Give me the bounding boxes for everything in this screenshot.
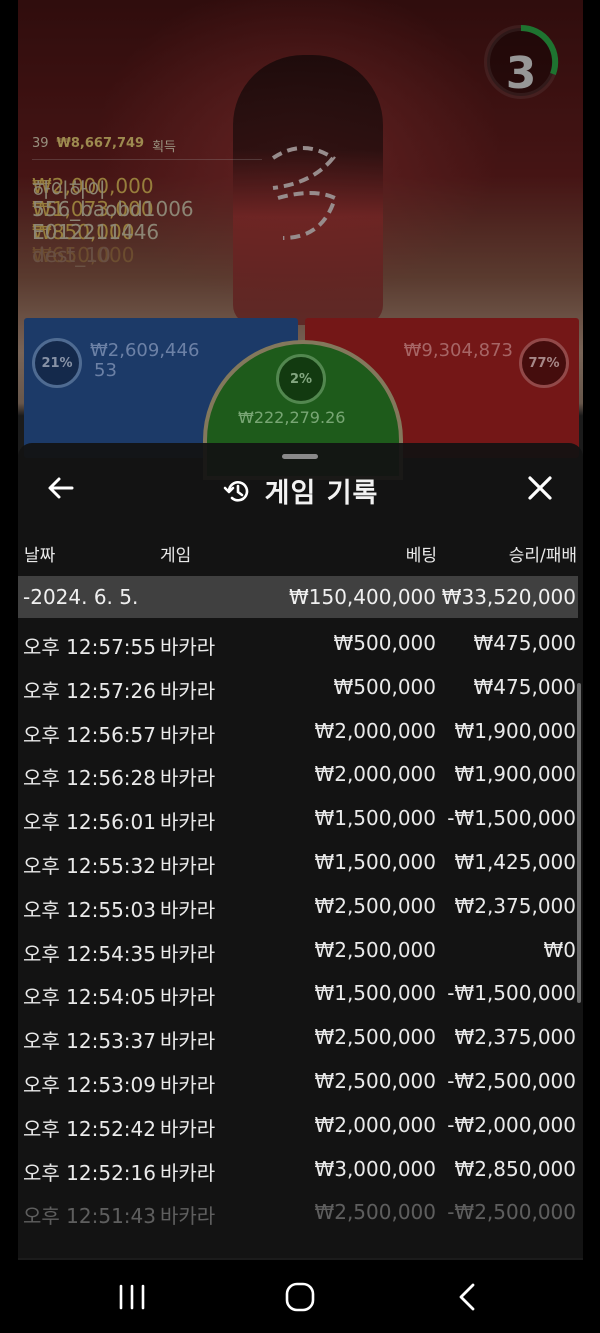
row-game: 바카라 — [160, 853, 216, 878]
row-time: 오후 12:56:01 — [23, 810, 156, 835]
history-row[interactable]: 오후 12:54:35 바카라 ₩2,500,000 ₩0 — [18, 928, 578, 972]
row-result: -₩2,000,000 — [447, 1112, 576, 1137]
row-time: 오후 12:56:28 — [23, 766, 156, 791]
scrollbar[interactable] — [577, 683, 581, 1003]
row-time: 오후 12:54:05 — [23, 985, 156, 1010]
history-row[interactable]: 오후 12:52:42 바카라 ₩2,000,000 -₩2,000,000 — [18, 1103, 578, 1147]
row-game: 바카라 — [160, 941, 216, 966]
row-time: 오후 12:57:55 — [23, 635, 156, 659]
summary-bet: ₩150,400,000 — [288, 585, 436, 609]
game-history-panel: 게임 기록 날짜 게임 베팅 승리/패배 -2024. 6. 5. ₩150,4… — [18, 443, 583, 1258]
summary-result: ₩33,520,000 — [441, 585, 576, 609]
row-game: 바카라 — [160, 1160, 216, 1185]
row-bet: ₩2,500,000 — [314, 937, 436, 962]
home-icon[interactable] — [280, 1280, 320, 1314]
column-game: 게임 — [160, 546, 192, 566]
row-result: ₩1,425,000 — [454, 849, 576, 874]
history-row[interactable]: 오후 12:57:26 바카라 ₩500,000 ₩475,000 — [18, 665, 578, 709]
row-bet: ₩1,500,000 — [314, 806, 436, 831]
row-bet: ₩2,000,000 — [314, 762, 436, 787]
row-bet: ₩2,000,000 — [314, 718, 436, 743]
history-row[interactable]: 오후 12:54:05 바카라 ₩1,500,000 -₩1,500,000 — [18, 971, 578, 1015]
row-result: -₩2,500,000 — [447, 1068, 576, 1093]
history-row[interactable]: 오후 12:56:01 바카라 ₩1,500,000 -₩1,500,000 — [18, 796, 578, 840]
history-row[interactable]: 오후 12:56:57 바카라 ₩2,000,000 ₩1,900,000 — [18, 709, 578, 753]
history-row[interactable]: 오후 12:56:28 바카라 ₩2,000,000 ₩1,900,000 — [18, 752, 578, 796]
drag-handle[interactable] — [282, 454, 318, 459]
history-clock-icon — [223, 480, 248, 502]
column-date: 날짜 — [24, 546, 56, 566]
history-row[interactable]: 오후 12:53:37 바카라 ₩2,500,000 ₩2,375,000 — [18, 1015, 578, 1059]
row-bet: ₩1,500,000 — [314, 981, 436, 1006]
row-result: -₩1,500,000 — [447, 981, 576, 1006]
recent-apps-icon[interactable] — [112, 1280, 152, 1314]
history-row[interactable]: 오후 12:55:32 바카라 ₩1,500,000 ₩1,425,000 — [18, 840, 578, 884]
row-result: ₩2,375,000 — [454, 1025, 576, 1050]
summary-date: -2024. 6. 5. — [23, 585, 139, 609]
history-row[interactable]: 오후 12:51:43 바카라 ₩2,500,000 -₩2,500,000 — [18, 1190, 578, 1234]
row-bet: ₩500,000 — [333, 674, 436, 699]
row-bet: ₩2,500,000 — [314, 1025, 436, 1050]
row-result: ₩475,000 — [473, 674, 576, 699]
row-result: ₩2,375,000 — [454, 893, 576, 918]
panel-header: 게임 기록 — [18, 463, 583, 519]
row-game: 바카라 — [160, 635, 216, 659]
panel-title: 게임 기록 — [264, 478, 379, 509]
row-result: ₩0 — [543, 937, 577, 962]
row-result: ₩1,900,000 — [454, 762, 576, 787]
row-bet: ₩2,500,000 — [314, 893, 436, 918]
nav-back-icon[interactable] — [448, 1280, 488, 1314]
row-game: 바카라 — [160, 722, 216, 747]
history-list: 오후 12:57:55 바카라 ₩500,000 ₩475,000 오후 12:57:2… — [18, 621, 578, 1234]
row-result: ₩475,000 — [473, 631, 576, 655]
row-time: 오후 12:53:09 — [23, 1072, 156, 1097]
row-game: 바카라 — [160, 985, 216, 1010]
history-row[interactable]: 오후 12:55:03 바카라 ₩2,500,000 ₩2,375,000 — [18, 884, 578, 928]
system-nav-bar — [0, 1260, 600, 1333]
row-game: 바카라 — [160, 1204, 216, 1229]
row-bet: ₩2,500,000 — [314, 1068, 436, 1093]
row-game: 바카라 — [160, 1116, 216, 1141]
row-bet: ₩2,500,000 — [314, 1200, 436, 1225]
row-game: 바카라 — [160, 1029, 216, 1054]
row-bet: ₩2,000,000 — [314, 1112, 436, 1137]
row-time: 오후 12:55:03 — [23, 897, 156, 922]
row-game: 바카라 — [160, 897, 216, 922]
row-game: 바카라 — [160, 1072, 216, 1097]
history-row[interactable]: 오후 12:57:55 바카라 ₩500,000 ₩475,000 — [18, 621, 578, 665]
row-time: 오후 12:53:37 — [23, 1029, 156, 1054]
row-time: 오후 12:51:43 — [23, 1204, 156, 1229]
row-time: 오후 12:55:32 — [23, 853, 156, 878]
row-game: 바카라 — [160, 810, 216, 835]
row-bet: ₩3,000,000 — [314, 1156, 436, 1181]
history-row[interactable]: 오후 12:53:09 바카라 ₩2,500,000 -₩2,500,000 — [18, 1059, 578, 1103]
row-result: ₩2,850,000 — [454, 1156, 576, 1181]
row-result: -₩1,500,000 — [447, 806, 576, 831]
close-icon[interactable] — [523, 471, 557, 505]
row-bet: ₩500,000 — [333, 631, 436, 655]
row-time: 오후 12:57:26 — [23, 678, 156, 703]
row-result: ₩1,900,000 — [454, 718, 576, 743]
row-time: 오후 12:54:35 — [23, 941, 156, 966]
row-result: -₩2,500,000 — [447, 1200, 576, 1225]
row-time: 오후 12:52:42 — [23, 1116, 156, 1141]
row-game: 바카라 — [160, 766, 216, 791]
row-game: 바카라 — [160, 678, 216, 703]
row-time: 오후 12:56:57 — [23, 722, 156, 747]
column-bet: 베팅 — [405, 546, 437, 566]
panel-title-group: 게임 기록 — [18, 471, 583, 510]
date-summary-row[interactable]: -2024. 6. 5. ₩150,400,000 ₩33,520,000 — [18, 576, 578, 618]
column-result: 승리/패배 — [508, 546, 577, 566]
row-time: 오후 12:52:16 — [23, 1160, 156, 1185]
table-header: 날짜 게임 베팅 승리/패배 — [18, 539, 583, 569]
history-row[interactable]: 오후 12:52:16 바카라 ₩3,000,000 ₩2,850,000 — [18, 1147, 578, 1191]
row-bet: ₩1,500,000 — [314, 849, 436, 874]
